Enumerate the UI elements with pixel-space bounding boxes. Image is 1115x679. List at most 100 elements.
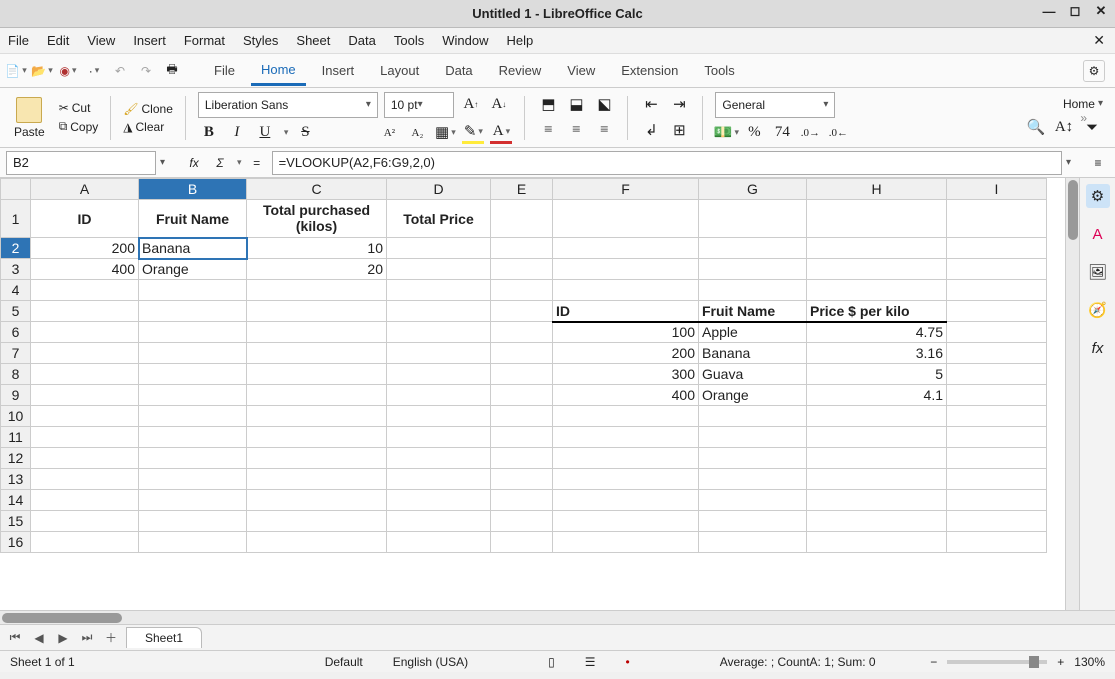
sidebar-functions-icon[interactable]: fx — [1086, 336, 1110, 360]
align-bottom-button[interactable]: ⬕ — [593, 94, 615, 116]
print-icon[interactable]: 🖶 — [162, 60, 182, 82]
tab-insert[interactable]: Insert — [312, 57, 365, 84]
sheet-tab-1[interactable]: Sheet1 — [126, 627, 202, 648]
cell-F7[interactable]: 200 — [553, 343, 699, 364]
tab-home[interactable]: Home — [251, 56, 306, 86]
tab-view[interactable]: View — [557, 57, 605, 84]
clone-button[interactable]: 🖌Clone — [123, 102, 173, 116]
tab-extension[interactable]: Extension — [611, 57, 688, 84]
tab-file[interactable]: File — [204, 57, 245, 84]
font-size-select[interactable]: 10 pt▾ — [384, 92, 454, 118]
menu-view[interactable]: View — [87, 33, 115, 48]
col-header-A[interactable]: A — [31, 179, 139, 200]
col-header-H[interactable]: H — [807, 179, 947, 200]
highlight-button[interactable]: ✎▾ — [462, 122, 484, 144]
menu-styles[interactable]: Styles — [243, 33, 278, 48]
new-doc-icon[interactable]: 📄▾ — [6, 60, 26, 82]
align-middle-button[interactable]: ⬓ — [565, 94, 587, 116]
subscript-button[interactable]: A₂ — [406, 122, 428, 144]
align-left-button[interactable]: ≡ — [537, 120, 559, 142]
tab-review[interactable]: Review — [489, 57, 552, 84]
cell-F5[interactable]: ID — [553, 301, 699, 322]
sheet-next-button[interactable]: ▶ — [54, 631, 72, 645]
cell-A1[interactable]: ID — [31, 200, 139, 238]
tab-data[interactable]: Data — [435, 57, 482, 84]
vertical-scrollbar[interactable] — [1065, 178, 1079, 610]
bold-button[interactable]: B — [198, 122, 220, 144]
indent-decrease-button[interactable]: ⇤ — [640, 94, 662, 116]
sort-button[interactable]: A↕ — [1053, 117, 1075, 139]
cell-H6[interactable]: 4.75 — [807, 322, 947, 343]
home-menu-button[interactable]: Home▾ — [1063, 97, 1103, 111]
cell-D2[interactable] — [387, 238, 491, 259]
window-minimize-button[interactable]: — — [1041, 3, 1057, 19]
sidebar-styles-icon[interactable]: A — [1086, 222, 1110, 246]
cellref-dropdown-icon[interactable]: ▾ — [160, 157, 165, 168]
menu-help[interactable]: Help — [506, 33, 533, 48]
cell-C3[interactable]: 20 — [247, 259, 387, 280]
col-header-F[interactable]: F — [553, 179, 699, 200]
copy-button[interactable]: ⧉Copy — [59, 119, 99, 134]
open-doc-icon[interactable]: 📂▾ — [32, 60, 52, 82]
save-icon[interactable]: ·▾ — [84, 60, 104, 82]
cell-G8[interactable]: Guava — [699, 364, 807, 385]
merge-cells-button[interactable]: ⊞ — [668, 120, 690, 142]
strikethrough-button[interactable]: S — [294, 122, 316, 144]
cell-B2[interactable]: Banana — [139, 238, 247, 259]
number-button[interactable]: 74 — [771, 122, 793, 144]
align-top-button[interactable]: ⬒ — [537, 94, 559, 116]
window-maximize-button[interactable]: ◻ — [1067, 3, 1083, 19]
undo-icon[interactable]: ↶ — [110, 60, 130, 82]
cell-A3[interactable]: 400 — [31, 259, 139, 280]
zoom-slider[interactable] — [947, 660, 1047, 664]
col-header-G[interactable]: G — [699, 179, 807, 200]
sheet-last-button[interactable]: ⏭ — [78, 630, 96, 645]
status-modified-icon[interactable]: • — [625, 655, 629, 669]
cell-H9[interactable]: 4.1 — [807, 385, 947, 406]
superscript-button[interactable]: A² — [378, 122, 400, 144]
italic-button[interactable]: I — [226, 122, 248, 144]
underline-button[interactable]: U — [254, 122, 276, 144]
menu-file[interactable]: File — [8, 33, 29, 48]
tab-layout[interactable]: Layout — [370, 57, 429, 84]
sheet-first-button[interactable]: ⏮ — [6, 630, 24, 645]
notebookbar-options-icon[interactable]: ⚙ — [1083, 60, 1105, 82]
sidebar-toggle-icon[interactable]: ≡ — [1087, 152, 1109, 174]
cell-H1[interactable] — [807, 200, 947, 238]
function-wizard-button[interactable]: fx — [183, 152, 205, 174]
formula-equals-button[interactable]: = — [246, 152, 268, 174]
status-selection-mode[interactable]: ☰ — [585, 655, 596, 669]
menu-window[interactable]: Window — [442, 33, 488, 48]
redo-icon[interactable]: ↷ — [136, 60, 156, 82]
menu-insert[interactable]: Insert — [133, 33, 166, 48]
cell-G6[interactable]: Apple — [699, 322, 807, 343]
add-sheet-button[interactable]: ＋ — [102, 629, 120, 646]
status-insert-mode[interactable]: ▯ — [548, 655, 555, 669]
menu-tools[interactable]: Tools — [394, 33, 424, 48]
cell-reference-box[interactable]: B2 — [6, 151, 156, 175]
col-header-I[interactable]: I — [947, 179, 1047, 200]
tab-tools[interactable]: Tools — [694, 57, 744, 84]
align-center-button[interactable]: ≡ — [565, 120, 587, 142]
document-close-button[interactable]: ✕ — [1093, 32, 1105, 49]
cell-E1[interactable] — [491, 200, 553, 238]
sidebar-navigator-icon[interactable]: 🧭 — [1086, 298, 1110, 322]
currency-button[interactable]: 💵▾ — [715, 122, 737, 144]
remove-decimal-button[interactable]: .0← — [827, 122, 849, 144]
col-header-E[interactable]: E — [491, 179, 553, 200]
row-header-3[interactable]: 3 — [1, 259, 31, 280]
menu-sheet[interactable]: Sheet — [296, 33, 330, 48]
cell-F6[interactable]: 100 — [553, 322, 699, 343]
cell-C2[interactable]: 10 — [247, 238, 387, 259]
percent-button[interactable]: % — [743, 122, 765, 144]
horizontal-scrollbar[interactable] — [0, 610, 1115, 624]
align-right-button[interactable]: ≡ — [593, 120, 615, 142]
cell-F8[interactable]: 300 — [553, 364, 699, 385]
sum-button[interactable]: Σ — [209, 152, 231, 174]
cell-C1[interactable]: Total purchased (kilos) — [247, 200, 387, 238]
row-header-2[interactable]: 2 — [1, 238, 31, 259]
cell-G7[interactable]: Banana — [699, 343, 807, 364]
menu-data[interactable]: Data — [348, 33, 375, 48]
cell-I1[interactable] — [947, 200, 1047, 238]
border-button[interactable]: ▦▾ — [434, 122, 456, 144]
